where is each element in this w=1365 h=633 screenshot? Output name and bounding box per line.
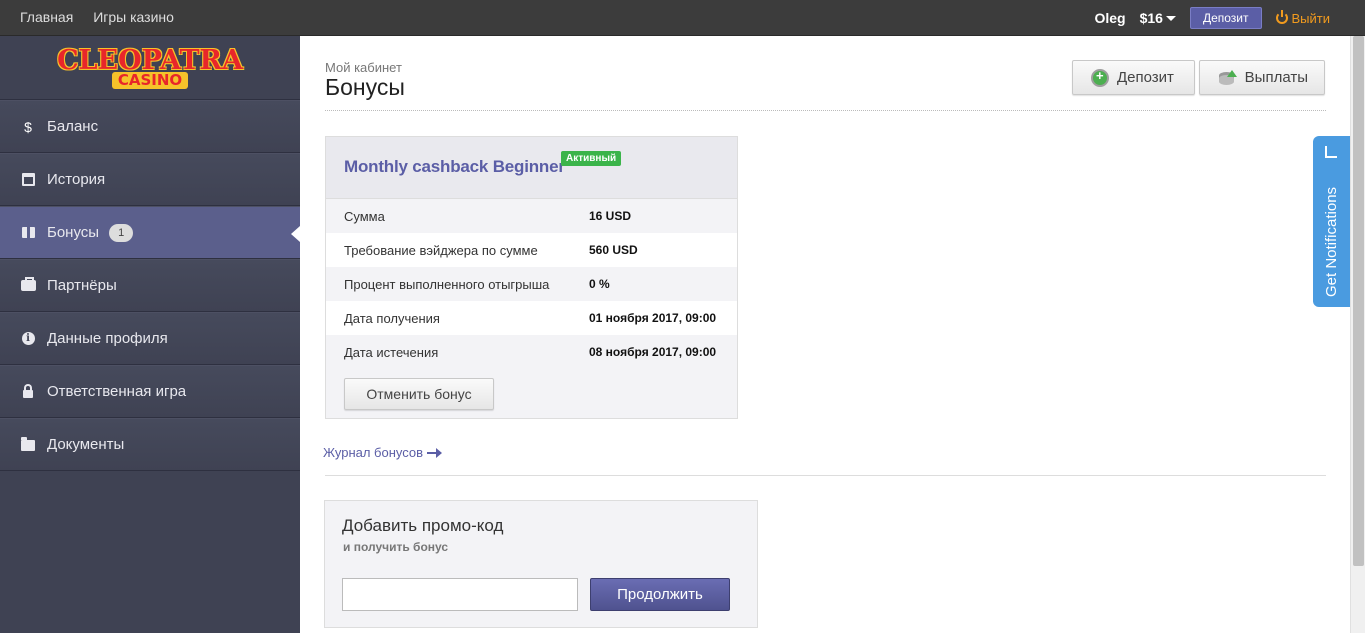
bonus-count-badge: 1 xyxy=(109,223,134,242)
bonus-row-value: 01 ноября 2017, 09:00 xyxy=(589,311,717,325)
status-badge: Активный xyxy=(561,151,622,166)
sidebar-item-responsible-gaming[interactable]: Ответственная игра xyxy=(0,365,300,418)
bonus-row: Сумма 16 USD xyxy=(326,199,737,233)
page-title: Бонусы xyxy=(325,74,405,100)
promo-code-input[interactable] xyxy=(342,578,578,611)
bonus-row-label: Сумма xyxy=(344,208,385,224)
lock-icon xyxy=(23,383,33,398)
bonus-journal-label: Журнал бонусов xyxy=(323,445,424,460)
dollar-icon: $ xyxy=(24,118,32,135)
sidebar-item-profile[interactable]: i Данные профиля xyxy=(0,312,300,365)
deposit-icon xyxy=(1091,68,1109,87)
get-notifications-tab[interactable]: Get Notifications xyxy=(1313,136,1350,307)
external-icon xyxy=(1325,146,1337,158)
bonus-row: Дата истечения 08 ноября 2017, 09:00 xyxy=(326,335,737,369)
coins-icon xyxy=(1218,69,1237,86)
username[interactable]: Oleg xyxy=(1094,10,1125,26)
gift-icon xyxy=(21,227,35,238)
bonus-row: Дата получения 01 ноября 2017, 09:00 xyxy=(326,301,737,335)
sidebar-item-label: История xyxy=(47,171,106,188)
logout-label: Выйти xyxy=(1291,10,1331,26)
top-bar: Главная Игры казино Oleg $16 Депозит Вый… xyxy=(0,0,1365,36)
bonus-row-label: Дата получения xyxy=(344,310,440,326)
deposit-button[interactable]: Депозит xyxy=(1072,60,1195,95)
bonus-name: Monthly cashback Beginner xyxy=(344,157,565,176)
casino-logo[interactable]: CLEOPATRA CASINO xyxy=(0,36,300,100)
top-right: Oleg $16 Депозит Выйти xyxy=(1094,7,1330,29)
sidebar-item-balance[interactable]: $ Баланс xyxy=(0,100,300,153)
bonus-row-label: Процент выполненного отыгрыша xyxy=(344,276,550,292)
deposit-button-label: Депозит xyxy=(1117,69,1174,86)
info-icon: i xyxy=(21,332,35,345)
nav-home-link[interactable]: Главная xyxy=(20,9,73,25)
payouts-button-label: Выплаты xyxy=(1244,69,1308,86)
sidebar-item-bonuses[interactable]: Бонусы 1 xyxy=(0,206,300,259)
bonus-row-value: 16 USD xyxy=(589,209,632,223)
top-deposit-button[interactable]: Депозит xyxy=(1189,7,1262,29)
bonus-header: Monthly cashback Beginner Активный xyxy=(326,137,737,199)
bonus-card: Monthly cashback Beginner Активный Сумма… xyxy=(325,136,738,419)
divider xyxy=(325,475,1326,476)
get-notifications-label: Get Notifications xyxy=(1323,186,1340,297)
balance-value: $16 xyxy=(1139,10,1163,26)
scrollbar-thumb[interactable] xyxy=(1353,36,1364,566)
bonus-row: Процент выполненного отыгрыша 0 % xyxy=(326,267,737,301)
calendar-icon xyxy=(21,173,35,186)
logo-subtitle: CASINO xyxy=(111,71,189,89)
promo-submit-button[interactable]: Продолжить xyxy=(590,578,730,611)
promo-title: Добавить промо-код xyxy=(342,516,504,535)
sidebar-item-documents[interactable]: Документы xyxy=(0,418,300,471)
bonus-row-value: 560 USD xyxy=(589,243,638,257)
cancel-bonus-button[interactable]: Отменить бонус xyxy=(344,378,494,410)
divider xyxy=(325,110,1326,111)
sidebar-item-label: Данные профиля xyxy=(47,330,168,347)
logout-button[interactable]: Выйти xyxy=(1275,10,1331,26)
sidebar-item-label: Документы xyxy=(47,436,125,453)
sidebar-item-partners[interactable]: Партнёры xyxy=(0,259,300,312)
sidebar-item-label: Баланс xyxy=(47,118,99,135)
folder-icon xyxy=(21,437,35,451)
top-nav: Главная Игры казино xyxy=(20,9,190,25)
sidebar-item-history[interactable]: История xyxy=(0,153,300,206)
bonus-journal-link[interactable]: Журнал бонусов xyxy=(323,445,443,460)
breadcrumb[interactable]: Мой кабинет xyxy=(325,60,402,75)
nav-casino-games-link[interactable]: Игры казино xyxy=(93,9,174,25)
briefcase-icon xyxy=(20,277,36,291)
sidebar-item-label: Партнёры xyxy=(47,277,117,294)
chevron-down-icon xyxy=(1165,15,1176,21)
bonus-row-value: 08 ноября 2017, 09:00 xyxy=(589,345,717,359)
bonus-row: Требование вэйджера по сумме 560 USD xyxy=(326,233,737,267)
arrow-right-icon xyxy=(427,447,443,458)
sidebar-item-label: Ответственная игра xyxy=(47,383,187,400)
bonus-details: Сумма 16 USD Требование вэйджера по сумме… xyxy=(326,199,737,369)
bonus-row-value: 0 % xyxy=(589,277,610,291)
bonus-row-label: Дата истечения xyxy=(344,344,439,360)
page-scrollbar[interactable] xyxy=(1350,36,1365,633)
bonus-row-label: Требование вэйджера по сумме xyxy=(344,242,538,258)
balance-dropdown[interactable]: $16 xyxy=(1140,10,1176,26)
promo-code-panel: Добавить промо-код и получить бонус Прод… xyxy=(324,500,758,628)
payouts-button[interactable]: Выплаты xyxy=(1199,60,1325,95)
power-icon xyxy=(1275,10,1288,24)
sidebar: CLEOPATRA CASINO $ Баланс История Бонусы… xyxy=(0,36,300,633)
promo-subtitle: и получить бонус xyxy=(343,540,449,554)
sidebar-item-label: Бонусы xyxy=(47,224,100,241)
